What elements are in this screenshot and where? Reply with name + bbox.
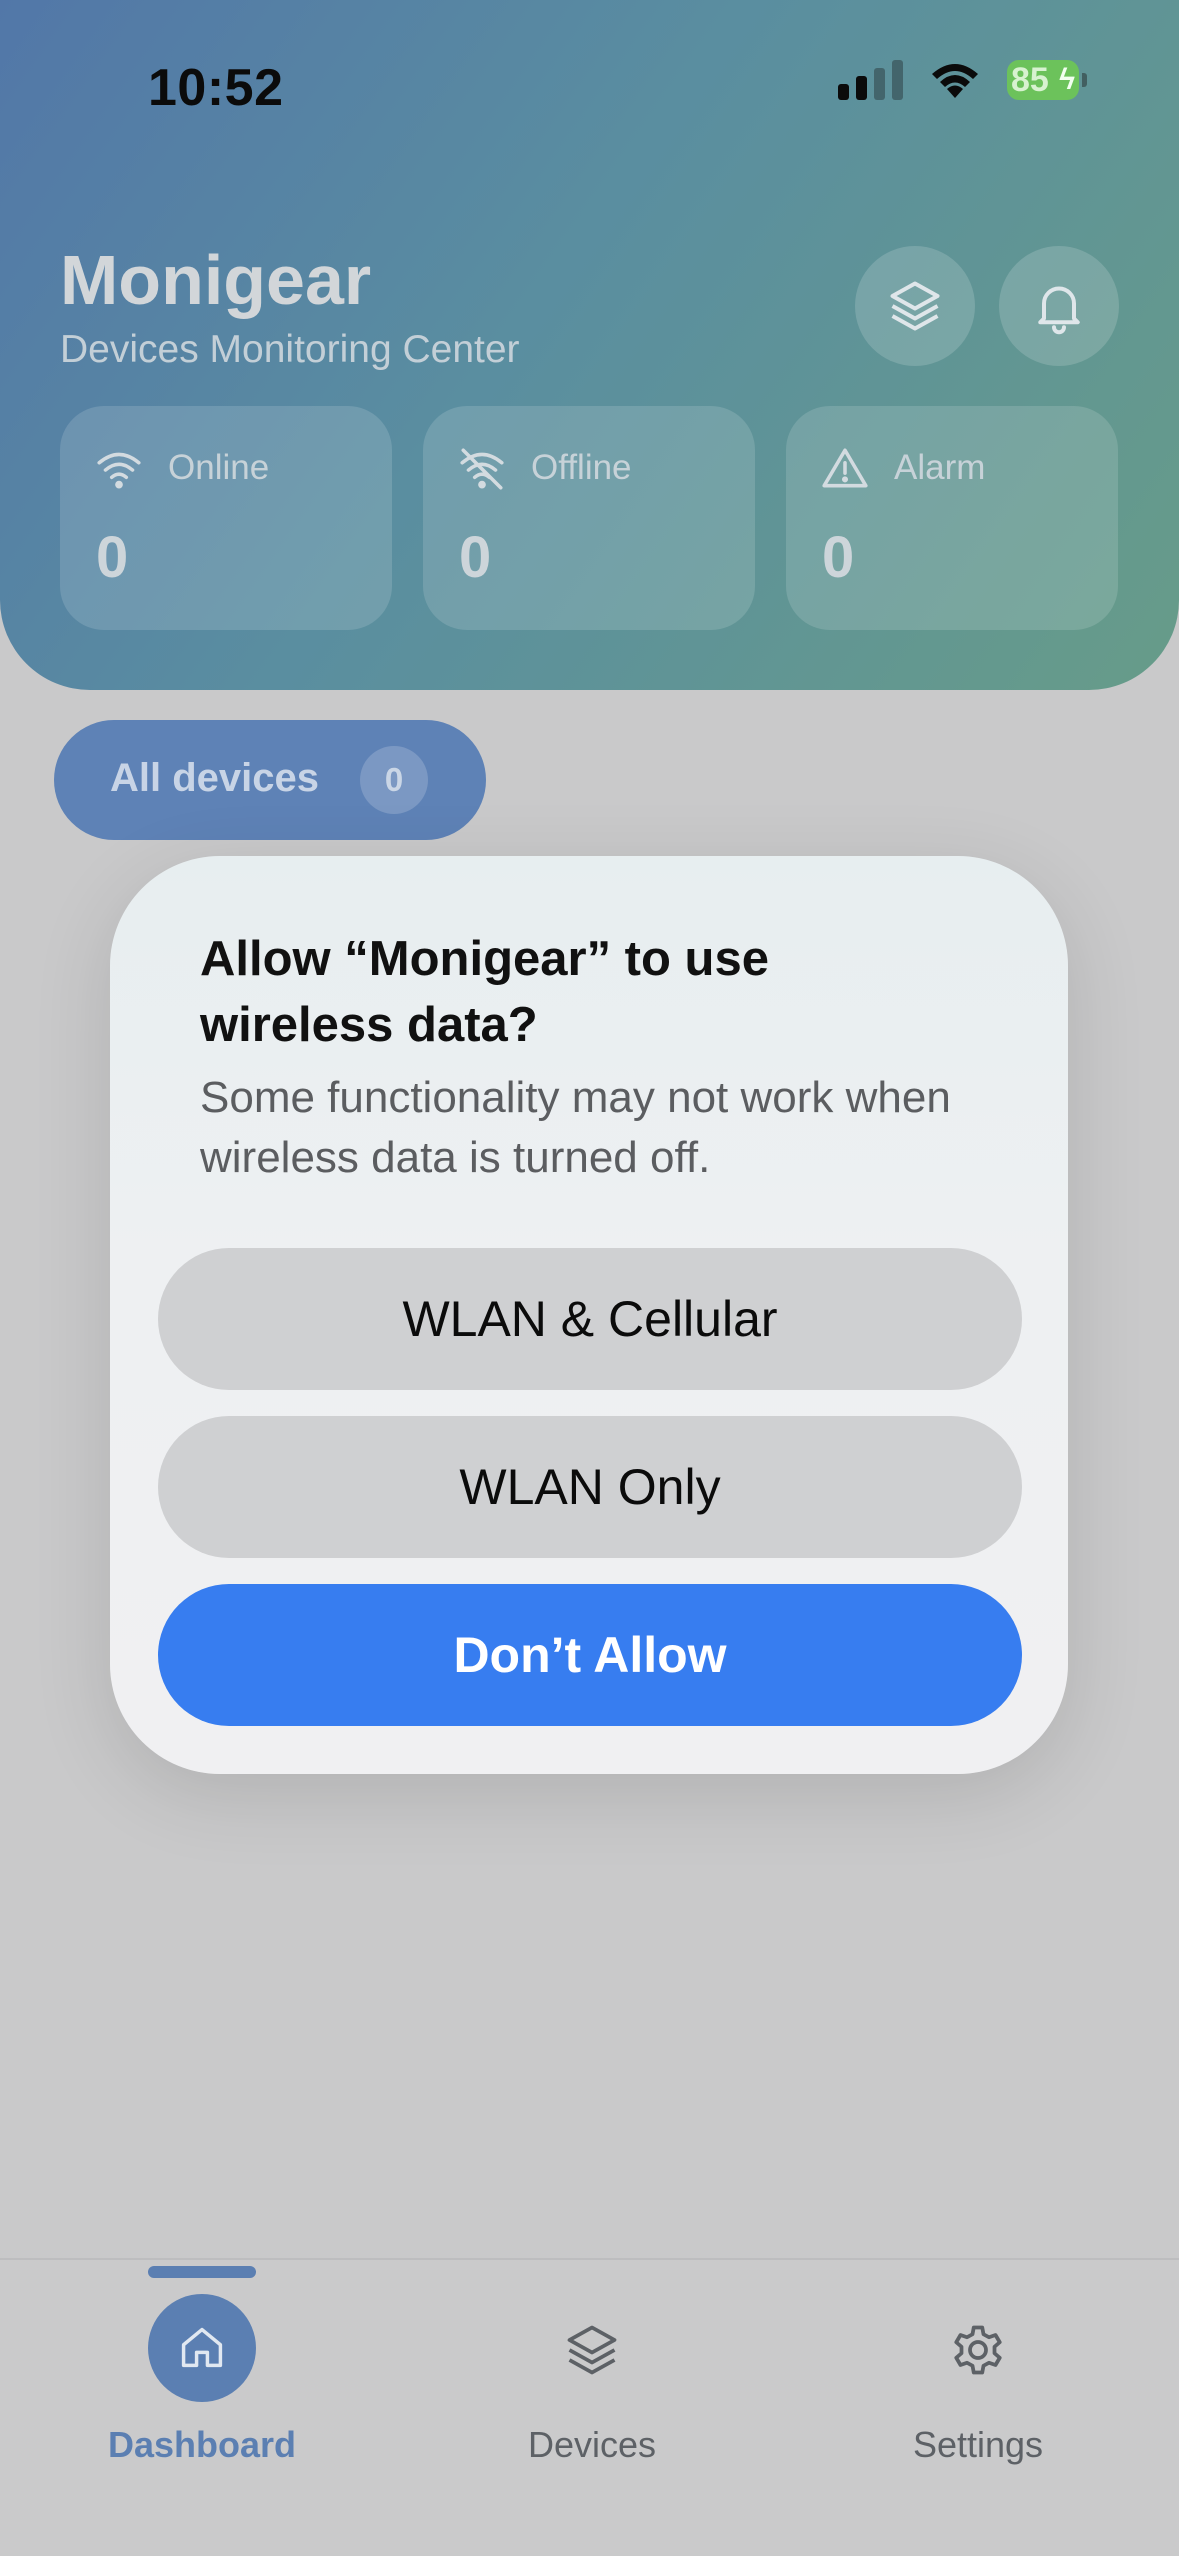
status-time: 10:52 [148,59,284,117]
filter-count-badge: 0 [360,746,428,814]
bottom-tab-bar: Dashboard Devices Settings [0,2258,1179,2556]
tab-label: Dashboard [107,2424,297,2465]
wifi-status-icon [932,64,978,98]
layers-icon [567,2325,617,2375]
stat-value: 0 [822,525,855,590]
dialog-message: Some functionality may not work when wir… [200,1073,951,1182]
all-devices-filter[interactable]: All devices 0 [54,720,486,840]
stat-value: 0 [459,525,492,590]
battery-icon: 85 ϟ [1007,60,1087,100]
stat-label: Online [168,448,270,487]
notifications-button[interactable] [999,246,1119,366]
cellular-signal-icon [838,60,903,100]
filter-label: All devices [110,756,320,800]
wireless-data-permission-dialog: Allow “Monigear” to use wireless data? S… [110,856,1068,1774]
battery-percent: 85 [1011,61,1049,99]
stat-card-alarm[interactable]: Alarm 0 [786,406,1118,630]
stat-card-offline[interactable]: Offline 0 [423,406,755,630]
stat-value: 0 [96,525,129,590]
tab-label: Devices [527,2424,657,2465]
dialog-title: Allow “Monigear” to use wireless data? [200,932,769,1052]
dont-allow-button[interactable]: Don’t Allow [158,1584,1022,1726]
stat-label: Offline [531,448,632,487]
dashboard-tab-highlight [148,2294,256,2402]
layers-button[interactable] [855,246,975,366]
app-subtitle: Devices Monitoring Center [60,328,520,371]
stat-card-online[interactable]: Online 0 [60,406,392,630]
status-indicators: 85 ϟ [838,60,1087,100]
dashboard-header: 10:52 85 ϟ Monigear Devices Monitoring C… [0,0,1179,690]
wifi-off-icon [460,448,504,490]
wlan-only-button[interactable]: WLAN Only [158,1416,1022,1558]
charging-bolt-icon: ϟ [1059,63,1075,96]
tab-dashboard[interactable]: Dashboard [56,2294,356,2494]
tab-label: Settings [912,2424,1044,2465]
tab-devices[interactable]: Devices [446,2294,746,2494]
gear-icon [954,2325,1002,2375]
wifi-icon [97,452,141,489]
tab-settings[interactable]: Settings [832,2294,1132,2494]
app-title: Monigear [60,241,372,319]
stat-label: Alarm [894,448,986,487]
home-icon [181,2327,223,2368]
active-tab-indicator [148,2266,256,2278]
layers-icon [890,281,940,331]
wlan-cellular-button[interactable]: WLAN & Cellular [158,1248,1022,1390]
bell-icon [1038,286,1080,335]
warning-icon [822,448,868,488]
